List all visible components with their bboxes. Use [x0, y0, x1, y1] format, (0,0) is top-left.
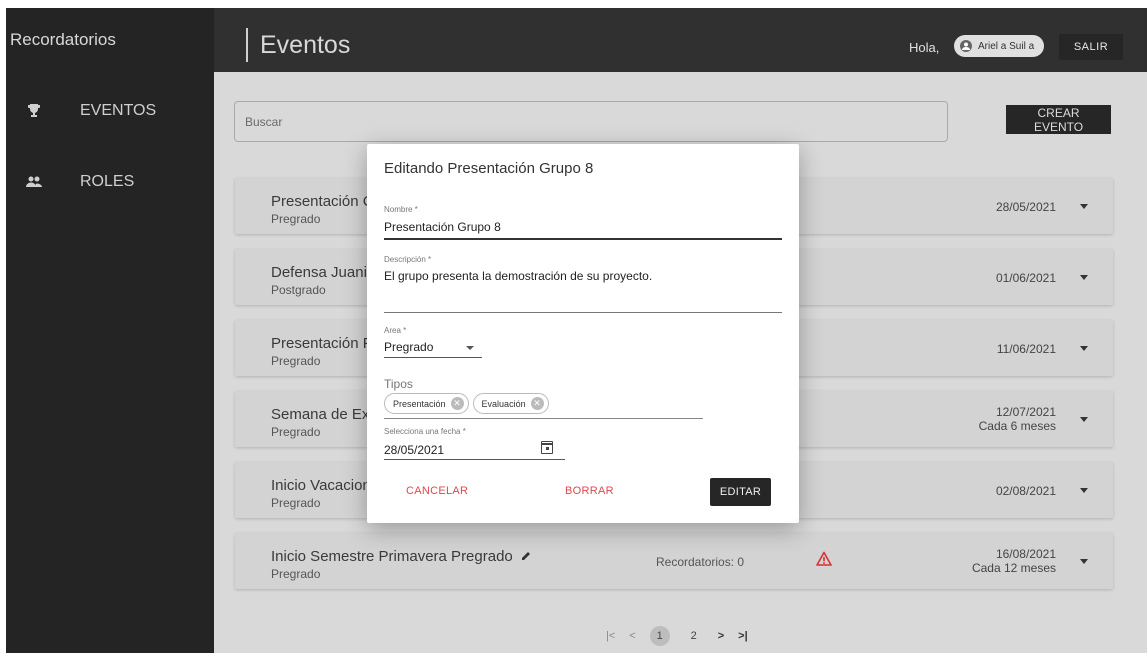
nombre-field[interactable]: Presentación Grupo 8	[384, 220, 501, 234]
trophy-icon	[24, 103, 44, 119]
last-page-button[interactable]: >|	[738, 630, 748, 642]
expand-caret-icon[interactable]	[1080, 346, 1088, 351]
expand-caret-icon[interactable]	[1080, 488, 1088, 493]
event-title: Presentación F	[271, 335, 372, 352]
pagination: |< < 1 2 > >|	[606, 626, 748, 646]
app-frame: Recordatorios EVENTOS ROLES Eventos Hola…	[6, 8, 1147, 653]
pencil-icon[interactable]	[521, 549, 532, 564]
header-bar: Eventos Hola, Ariel a Suil a SALIR	[214, 8, 1147, 72]
user-icon	[960, 40, 972, 52]
event-date: 28/05/2021	[995, 200, 1056, 214]
page-number-button[interactable]: 2	[684, 626, 704, 646]
expand-caret-icon[interactable]	[1080, 275, 1088, 280]
expand-caret-icon[interactable]	[1080, 204, 1088, 209]
sidebar-item-label: ROLES	[80, 173, 135, 190]
create-event-button[interactable]: CREAR EVENTO	[1006, 105, 1111, 134]
user-name: Ariel a Suil a	[978, 40, 1035, 52]
dialog-title: Editando Presentación Grupo 8	[384, 160, 594, 177]
event-title: Inicio Vacacion	[271, 477, 371, 494]
event-area: Pregrado	[271, 212, 321, 226]
logout-button[interactable]: SALIR	[1059, 34, 1123, 60]
event-date: 02/08/2021	[995, 484, 1056, 498]
event-area: Pregrado	[271, 354, 321, 368]
warning-icon	[816, 551, 832, 567]
next-page-button[interactable]: >	[718, 630, 724, 642]
edit-button[interactable]: EDITAR	[710, 478, 771, 506]
tipo-chip[interactable]: Evaluación ✕	[472, 393, 549, 414]
calendar-icon[interactable]	[541, 441, 553, 454]
chip-label: Evaluación	[481, 398, 526, 409]
user-chip[interactable]: Ariel a Suil a	[954, 35, 1044, 57]
page-number-button[interactable]: 1	[649, 626, 670, 646]
page-title: Eventos	[246, 28, 350, 62]
event-area: Pregrado	[271, 567, 321, 581]
event-title: Presentación C	[271, 193, 374, 210]
expand-caret-icon[interactable]	[1080, 559, 1088, 564]
event-date-block: 12/07/2021 Cada 6 meses	[956, 405, 1056, 433]
chevron-down-icon	[466, 346, 474, 350]
event-recurrence: Cada 12 meses	[971, 561, 1056, 575]
app-title: Recordatorios	[10, 30, 116, 49]
first-page-button[interactable]: |<	[606, 630, 615, 642]
event-area: Pregrado	[271, 425, 321, 439]
people-icon	[24, 176, 44, 188]
event-date: 11/06/2021	[996, 342, 1056, 356]
tipos-label: Tipos	[384, 377, 413, 391]
search-placeholder: Buscar	[245, 114, 283, 129]
event-area: Pregrado	[271, 496, 321, 510]
descripcion-field[interactable]: El grupo presenta la demostración de su …	[384, 269, 652, 283]
chip-label: Presentación	[393, 398, 446, 409]
reminders-count: Recordatorios: 0	[656, 555, 745, 569]
event-title: Inicio Semestre Primavera Pregrado	[271, 548, 513, 565]
fecha-field[interactable]: 28/05/2021	[384, 443, 444, 457]
sidebar: Recordatorios EVENTOS ROLES	[6, 8, 214, 653]
area-value: Pregrado	[384, 340, 434, 354]
event-area: Postgrado	[271, 283, 326, 297]
cancel-button[interactable]: CANCELAR	[400, 484, 474, 498]
descripcion-underline	[384, 312, 782, 313]
event-title: Defensa Juanit	[271, 264, 372, 281]
delete-button[interactable]: BORRAR	[559, 484, 620, 498]
fecha-underline	[384, 459, 565, 460]
sidebar-item-roles[interactable]: ROLES	[24, 170, 134, 194]
remove-chip-icon[interactable]: ✕	[450, 397, 464, 410]
sidebar-item-label: EVENTOS	[80, 102, 157, 119]
sidebar-item-eventos[interactable]: EVENTOS	[24, 99, 156, 123]
greeting: Hola,	[909, 40, 940, 55]
nombre-underline	[384, 238, 782, 240]
event-card[interactable]: Inicio Semestre Primavera Pregrado Pregr…	[235, 533, 1113, 589]
event-date: 12/07/2021	[995, 405, 1056, 419]
event-date-block: 16/08/2021 Cada 12 meses	[956, 547, 1056, 575]
area-label: Area *	[384, 326, 407, 335]
nombre-label: Nombre *	[384, 205, 418, 214]
fecha-label: Selecciona una fecha *	[384, 427, 466, 436]
event-date: 01/06/2021	[995, 271, 1056, 285]
descripcion-label: Descripción *	[384, 255, 432, 264]
search-input[interactable]: Buscar	[234, 101, 948, 142]
tipos-underline	[384, 418, 703, 419]
area-select[interactable]: Pregrado	[384, 340, 482, 358]
edit-event-dialog: Editando Presentación Grupo 8 Nombre * P…	[367, 144, 799, 523]
event-date: 16/08/2021	[995, 547, 1056, 561]
prev-page-button[interactable]: <	[629, 630, 635, 642]
expand-caret-icon[interactable]	[1080, 417, 1088, 422]
event-title-row: Inicio Semestre Primavera Pregrado	[271, 548, 532, 565]
event-title: Semana de Ex	[271, 406, 370, 423]
tipo-chip[interactable]: Presentación ✕	[384, 393, 469, 414]
event-recurrence: Cada 6 meses	[978, 419, 1056, 433]
remove-chip-icon[interactable]: ✕	[530, 397, 544, 410]
tipos-chips: Presentación ✕ Evaluación ✕	[384, 393, 549, 414]
